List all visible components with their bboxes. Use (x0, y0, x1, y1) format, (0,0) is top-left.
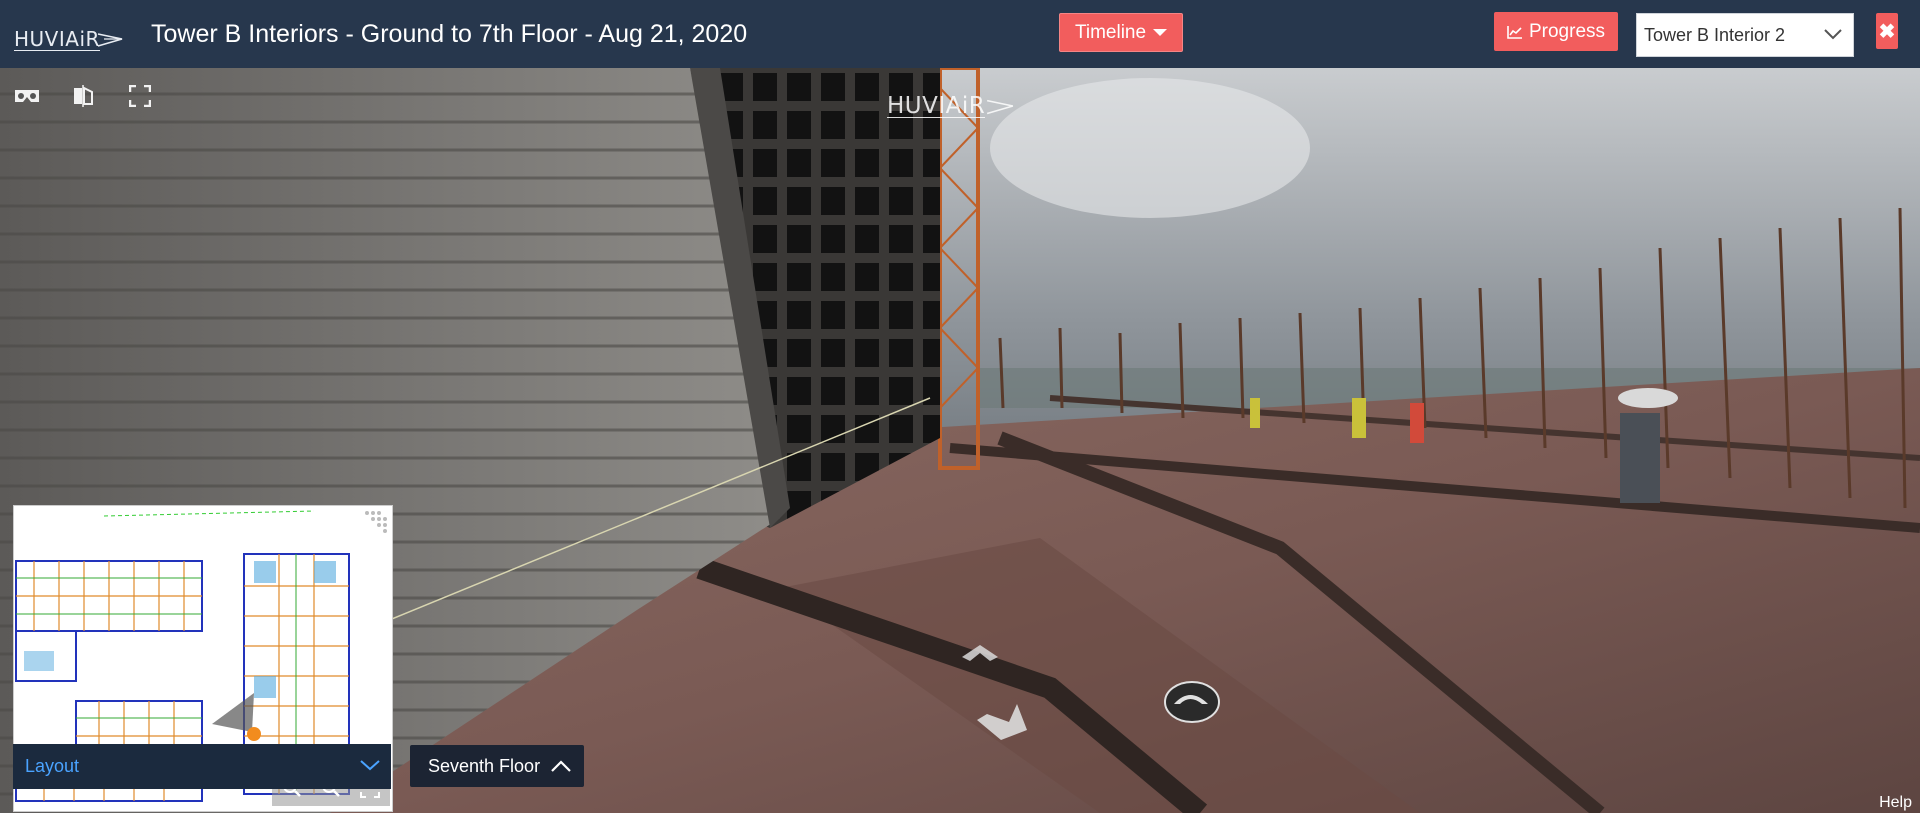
fullscreen-button[interactable] (125, 82, 155, 110)
split-compare-icon (74, 85, 93, 107)
layout-label: Layout (25, 756, 80, 776)
logo-text: HUVIAiR (14, 26, 100, 51)
timeline-button[interactable]: Timeline (1059, 13, 1183, 52)
watermark-logo: HUVIAiR (887, 92, 1015, 120)
caret-down-icon (1153, 29, 1168, 36)
logo-plane-icon (97, 33, 123, 47)
panorama-viewer[interactable]: HUVIAiR Layout Seventh Floor Help (0, 68, 1920, 813)
help-link[interactable]: Help (1879, 794, 1912, 812)
nav-hotspot-turn-icon[interactable] (1162, 678, 1222, 726)
current-position-marker (247, 727, 261, 741)
watermark-text: HUVIAiR (887, 92, 986, 119)
vr-headset-icon (15, 90, 39, 102)
fullscreen-icon (129, 85, 151, 107)
huviair-logo: HUVIAiR (14, 24, 124, 54)
progress-label: Progress (1528, 20, 1606, 42)
timeline-label: Timeline (1074, 21, 1147, 43)
page-title: Tower B Interiors - Ground to 7th Floor … (151, 20, 748, 48)
nav-arrow-right-icon[interactable] (975, 700, 1031, 744)
progress-button[interactable]: Progress (1494, 12, 1618, 51)
floor-select-button[interactable]: Seventh Floor (410, 745, 584, 787)
top-bar: HUVIAiR Tower B Interiors - Ground to 7t… (0, 0, 1920, 68)
close-button[interactable]: ✖ (1876, 13, 1898, 49)
watermark-plane-icon (987, 99, 1014, 115)
view-select[interactable]: Tower B Interior 2 (1636, 13, 1854, 57)
split-compare-button[interactable] (68, 82, 98, 110)
view-select-value: Tower B Interior 2 (1644, 24, 1786, 45)
layout-select[interactable]: Layout (13, 744, 391, 789)
chevron-down-icon (360, 760, 380, 771)
vr-headset-button[interactable] (12, 82, 42, 110)
line-chart-icon (1507, 25, 1522, 39)
floor-label: Seventh Floor (428, 755, 541, 776)
chevron-down-icon (1824, 29, 1842, 40)
chevron-up-icon (551, 760, 571, 772)
compass-grid-icon (365, 511, 387, 533)
nav-arrow-forward-icon[interactable] (960, 643, 1000, 665)
